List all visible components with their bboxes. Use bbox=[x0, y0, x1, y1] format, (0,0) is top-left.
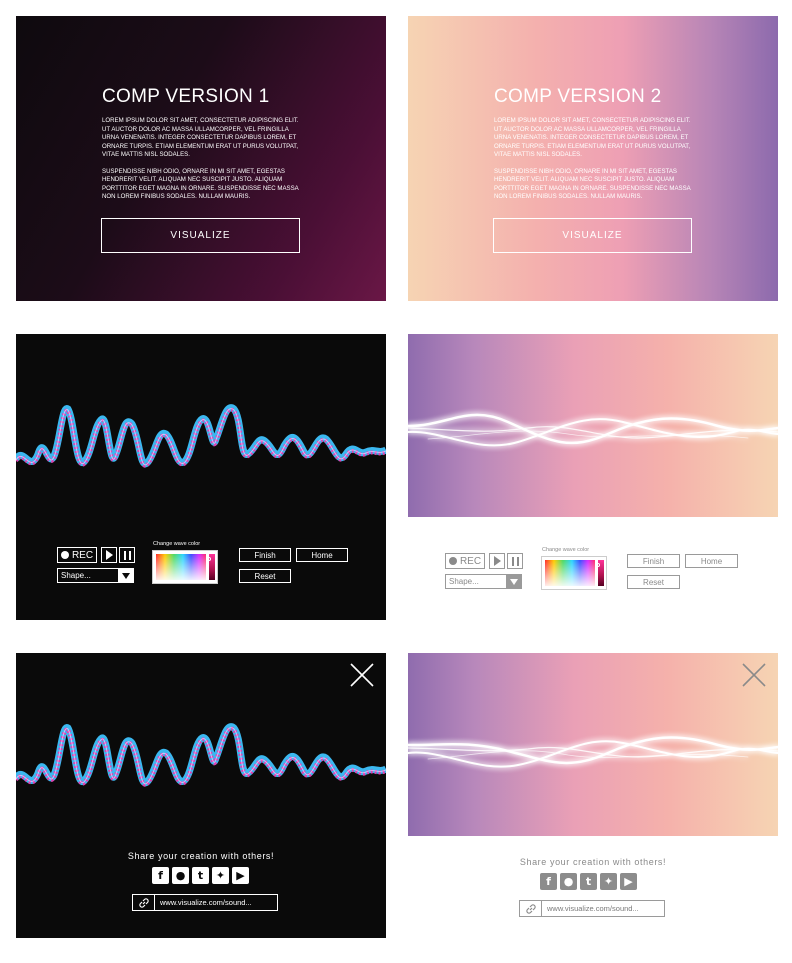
chevron-down-icon bbox=[118, 569, 133, 582]
comp-description: Lorem ipsum dolor sit amet, consectetur … bbox=[494, 117, 694, 202]
share-url-field[interactable]: www.visualize.com/sound... bbox=[519, 900, 665, 917]
play-icon bbox=[493, 556, 501, 566]
record-button[interactable]: REC bbox=[57, 547, 97, 563]
social-icons: f ● t ✦ ▶ bbox=[152, 867, 249, 884]
link-icon bbox=[520, 901, 542, 916]
light-wave bbox=[408, 413, 778, 447]
share-url: www.visualize.com/sound... bbox=[160, 898, 252, 907]
color-picker-label: Change wave color bbox=[153, 541, 201, 547]
social-icons: f ● t ✦ ▶ bbox=[540, 873, 637, 890]
reset-button[interactable]: Reset bbox=[627, 575, 680, 589]
light-share-panel: Share your creation with others! f ● t ✦… bbox=[408, 653, 778, 938]
record-dot-icon bbox=[448, 557, 457, 565]
record-button[interactable]: REC bbox=[445, 553, 485, 569]
record-label: REC bbox=[459, 555, 482, 567]
finish-button[interactable]: Finish bbox=[627, 554, 680, 568]
play-icon bbox=[105, 550, 113, 560]
comp-title: COMP VERSION 2 bbox=[494, 86, 662, 107]
shape-select-value: Shape... bbox=[449, 577, 479, 586]
visualize-button[interactable]: VISUALIZE bbox=[101, 218, 300, 253]
pause-button[interactable] bbox=[507, 553, 523, 569]
youtube-icon[interactable]: ▶ bbox=[620, 873, 637, 890]
light-visualizer-panel: REC Shape... Change wave color Finish Ho… bbox=[408, 334, 778, 620]
shape-select[interactable]: Shape... bbox=[445, 574, 522, 589]
comp-title: COMP VERSION 1 bbox=[102, 86, 270, 107]
tumblr-icon[interactable]: t bbox=[192, 867, 209, 884]
youtube-icon[interactable]: ▶ bbox=[232, 867, 249, 884]
play-button[interactable] bbox=[489, 553, 505, 569]
twitter-icon[interactable]: ✦ bbox=[600, 873, 617, 890]
reddit-icon[interactable]: ● bbox=[560, 873, 577, 890]
play-button[interactable] bbox=[101, 547, 117, 563]
color-picker[interactable] bbox=[541, 556, 607, 590]
color-picker-label: Change wave color bbox=[542, 547, 590, 553]
record-dot-icon bbox=[60, 551, 69, 559]
color-selector-handle[interactable] bbox=[596, 563, 600, 567]
twitter-icon[interactable]: ✦ bbox=[212, 867, 229, 884]
close-icon[interactable] bbox=[742, 663, 766, 687]
shape-select[interactable]: Shape... bbox=[57, 568, 134, 583]
share-heading: Share your creation with others! bbox=[127, 851, 275, 861]
reddit-icon[interactable]: ● bbox=[172, 867, 189, 884]
comp-description: Lorem ipsum dolor sit amet, consectetur … bbox=[102, 117, 302, 202]
color-selector-handle[interactable] bbox=[207, 557, 211, 561]
description-paragraph-2: Suspendisse nibh odio, ornare in mi sit … bbox=[102, 167, 299, 201]
finish-button[interactable]: Finish bbox=[239, 548, 291, 562]
visualizer-canvas bbox=[408, 334, 778, 517]
color-spectrum[interactable] bbox=[545, 560, 595, 586]
description-paragraph-1: Lorem ipsum dolor sit amet, consectetur … bbox=[494, 117, 691, 158]
facebook-icon[interactable]: f bbox=[540, 873, 557, 890]
pause-icon bbox=[511, 556, 519, 566]
dark-share-panel: Share your creation with others! f ● t ✦… bbox=[16, 653, 386, 938]
home-button[interactable]: Home bbox=[685, 554, 738, 568]
chevron-down-icon bbox=[506, 575, 521, 588]
description-paragraph-1: Lorem ipsum dolor sit amet, consectetur … bbox=[102, 117, 299, 158]
color-spectrum[interactable] bbox=[156, 554, 206, 580]
reset-button[interactable]: Reset bbox=[239, 569, 291, 583]
pause-button[interactable] bbox=[119, 547, 135, 563]
visualizer-canvas bbox=[408, 653, 778, 836]
link-icon bbox=[133, 895, 155, 910]
color-picker[interactable] bbox=[152, 550, 218, 584]
pause-icon bbox=[123, 550, 131, 560]
light-wave bbox=[408, 736, 778, 768]
share-url-field[interactable]: www.visualize.com/sound... bbox=[132, 894, 278, 911]
sound-wave bbox=[16, 723, 386, 787]
home-button[interactable]: Home bbox=[296, 548, 348, 562]
share-heading: Share your creation with others! bbox=[519, 857, 667, 867]
tumblr-icon[interactable]: t bbox=[580, 873, 597, 890]
comp-version-1-panel: COMP VERSION 1 Lorem ipsum dolor sit ame… bbox=[16, 16, 386, 301]
record-label: REC bbox=[71, 549, 94, 561]
sound-wave bbox=[16, 404, 386, 468]
facebook-icon[interactable]: f bbox=[152, 867, 169, 884]
close-icon[interactable] bbox=[350, 663, 374, 687]
shape-select-value: Shape... bbox=[61, 571, 91, 580]
dark-visualizer-panel: REC Shape... Change wave color Finish Ho… bbox=[16, 334, 386, 620]
visualize-button[interactable]: VISUALIZE bbox=[493, 218, 692, 253]
comp-version-2-panel: COMP VERSION 2 Lorem ipsum dolor sit ame… bbox=[408, 16, 778, 301]
description-paragraph-2: Suspendisse nibh odio, ornare in mi sit … bbox=[494, 167, 691, 201]
share-url: www.visualize.com/sound... bbox=[547, 904, 639, 913]
